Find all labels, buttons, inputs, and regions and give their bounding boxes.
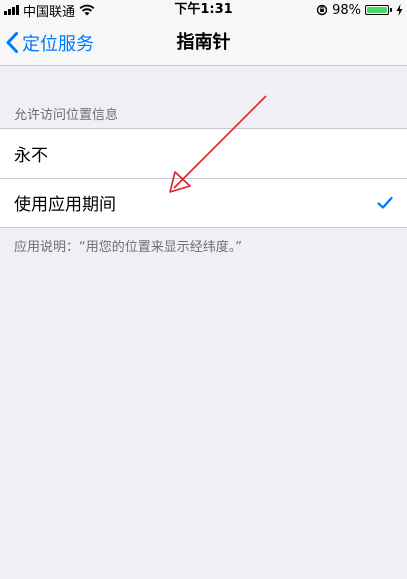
section-header: 允许访问位置信息 [14,108,119,123]
section-footer: 应用说明：“用您的位置来显示经纬度。” [14,240,242,255]
location-access-options: 永不 使用应用期间 [0,128,407,228]
status-right: 98% [316,0,403,20]
battery-cap [390,8,392,12]
annotation-arrow-icon [169,95,267,193]
option-while-using[interactable]: 使用应用期间 [0,178,407,227]
option-while-using-label: 使用应用期间 [14,195,116,215]
charging-icon [396,4,403,16]
battery-level [367,7,387,13]
option-never-label: 永不 [14,146,48,166]
navigation-bar: 定位服务 指南针 [0,20,407,66]
rotation-lock-icon [316,4,328,16]
battery-percent: 98% [332,2,361,18]
status-bar: 中国联通 下午1:31 98% [0,0,407,20]
battery-icon [365,5,389,15]
page-title: 指南针 [176,32,231,53]
checkmark-icon [377,196,393,209]
option-never[interactable]: 永不 [0,129,407,178]
